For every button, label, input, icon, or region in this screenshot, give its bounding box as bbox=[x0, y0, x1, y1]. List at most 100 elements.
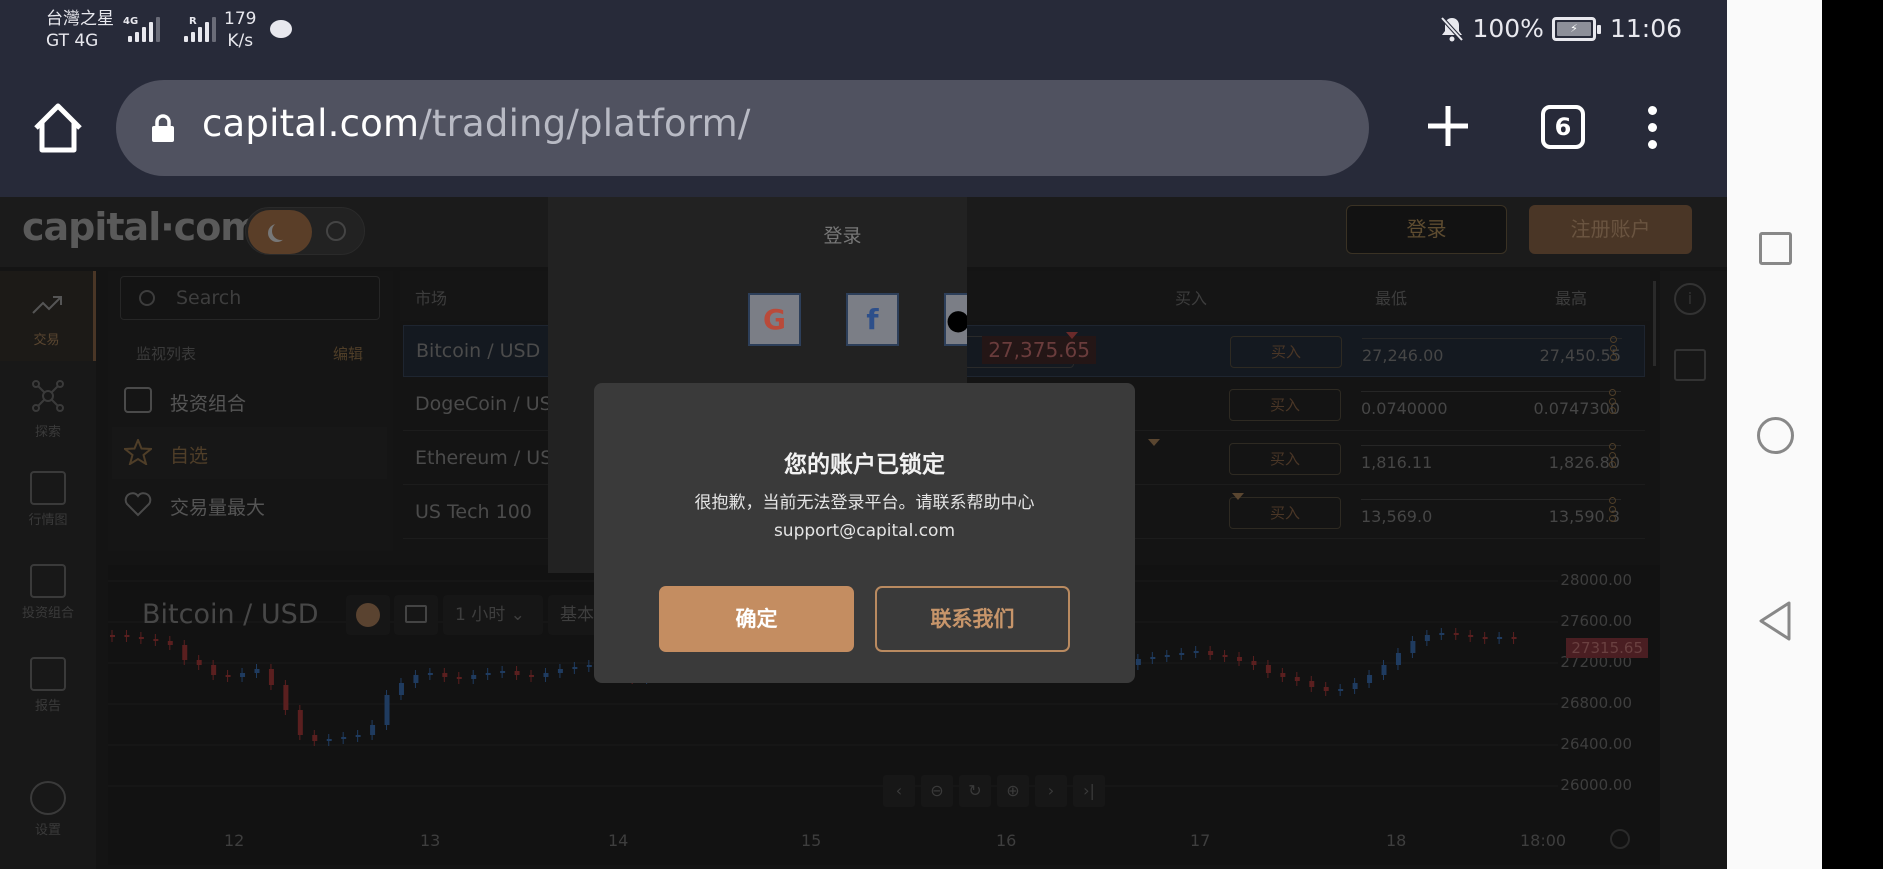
search-input[interactable]: Search bbox=[120, 276, 380, 320]
buy-button[interactable]: 买入 bbox=[1229, 497, 1341, 529]
timeframe-select[interactable]: 1 小时 ⌄ bbox=[443, 595, 543, 635]
rail-item-portfolio[interactable]: 投资组合 bbox=[0, 564, 96, 621]
y-tick: 26800.00 bbox=[1560, 694, 1632, 712]
candle bbox=[1381, 665, 1387, 675]
message-icon bbox=[270, 20, 292, 38]
google-login-button[interactable]: G bbox=[748, 293, 801, 346]
rail-item-charts[interactable]: 行情图 bbox=[0, 471, 96, 528]
market-low: 0.0740000 bbox=[1361, 399, 1448, 418]
candle bbox=[1352, 683, 1358, 689]
reset-button[interactable]: ↻ bbox=[959, 775, 991, 807]
chevron-down-icon: ⌄ bbox=[510, 605, 525, 625]
info-icon[interactable]: i bbox=[1674, 283, 1706, 315]
candle bbox=[110, 635, 115, 637]
candle bbox=[1237, 657, 1243, 661]
theme-toggle[interactable] bbox=[245, 207, 365, 255]
market-high: 0.0747300 bbox=[1533, 399, 1620, 418]
signal-strength-2-icon bbox=[184, 14, 216, 42]
market-low: 27,246.00 bbox=[1362, 346, 1444, 365]
chart-indicator-button[interactable] bbox=[394, 595, 438, 635]
col-market: 市场 bbox=[415, 289, 448, 308]
carrier-network: GT 4G bbox=[46, 31, 99, 51]
capital-logo[interactable]: capital·com bbox=[22, 205, 260, 249]
support-email[interactable]: support@capital.com bbox=[594, 517, 1135, 545]
buy-button[interactable]: 买入 bbox=[1229, 389, 1341, 421]
candle bbox=[268, 669, 274, 685]
header-login-button[interactable]: 登录 bbox=[1346, 205, 1507, 254]
scroll-to-end-button[interactable]: ›| bbox=[1073, 775, 1105, 807]
market-high: 13,590.3 bbox=[1548, 507, 1620, 526]
dialog-message: 很抱歉，当前无法登录平台。请联系帮助中心 support@capital.com bbox=[594, 489, 1135, 545]
search-icon bbox=[139, 290, 155, 306]
watchlist-item-most-traded[interactable]: 交易量最大 bbox=[112, 479, 387, 531]
side-tools: i bbox=[1660, 271, 1727, 869]
candle bbox=[182, 645, 188, 660]
candle bbox=[1367, 675, 1373, 683]
home-button[interactable] bbox=[1757, 417, 1794, 454]
candle bbox=[254, 669, 260, 673]
address-bar[interactable]: capital.com/trading/platform/ bbox=[116, 80, 1369, 176]
overflow-menu-icon[interactable] bbox=[1648, 106, 1660, 150]
chart-settings-icon[interactable] bbox=[1610, 829, 1630, 849]
range-bar bbox=[1361, 391, 1621, 392]
status-right: 100% ⚡ 11:06 bbox=[1440, 14, 1682, 43]
more-options-icon[interactable] bbox=[1609, 497, 1617, 524]
rail-item-settings[interactable]: 设置 bbox=[0, 781, 96, 838]
more-options-icon[interactable] bbox=[1609, 443, 1617, 470]
candle bbox=[1410, 641, 1416, 653]
buy-button[interactable]: 买入 bbox=[1230, 336, 1342, 368]
chart-type-value: 基本 bbox=[560, 605, 594, 625]
more-options-icon[interactable] bbox=[1610, 336, 1618, 363]
register-button[interactable]: 注册账户 bbox=[1529, 205, 1692, 254]
zoom-in-button[interactable]: ⊕ bbox=[997, 775, 1029, 807]
x-tick: 17 bbox=[1190, 831, 1211, 850]
scroll-right-button[interactable]: › bbox=[1035, 775, 1067, 807]
watchlist-item-label: 交易量最大 bbox=[170, 497, 266, 519]
rail-item-explore[interactable]: 探索 bbox=[0, 379, 96, 440]
star-icon bbox=[124, 439, 152, 465]
scroll-left-button[interactable]: ‹ bbox=[883, 775, 915, 807]
candle bbox=[225, 675, 231, 677]
watchlist-edit-link[interactable]: 编辑 bbox=[333, 343, 363, 364]
zoom-out-button[interactable]: ⊖ bbox=[921, 775, 953, 807]
candle bbox=[1309, 681, 1315, 687]
candle bbox=[485, 673, 491, 675]
market-table-scrollbar[interactable] bbox=[1653, 281, 1656, 366]
confirm-button[interactable]: 确定 bbox=[659, 586, 854, 652]
candle bbox=[529, 675, 535, 677]
watchlist-item-favorites[interactable]: 自选 bbox=[112, 427, 387, 479]
x-tick: 16 bbox=[996, 831, 1017, 850]
rail-item-reports[interactable]: 报告 bbox=[0, 657, 96, 714]
buy-button[interactable]: 买入 bbox=[1229, 443, 1341, 475]
rail-item-trade[interactable]: 交易 bbox=[0, 271, 96, 361]
home-icon[interactable] bbox=[30, 100, 86, 156]
chart-check-button[interactable] bbox=[346, 595, 390, 635]
market-low: 13,569.0 bbox=[1361, 507, 1433, 526]
network-speed: 179 K/s bbox=[224, 8, 256, 52]
candle bbox=[1468, 635, 1474, 637]
x-tick: 15 bbox=[801, 831, 822, 850]
range-bar bbox=[1361, 445, 1621, 446]
url-text: capital.com/trading/platform/ bbox=[202, 102, 751, 145]
facebook-login-button[interactable]: f bbox=[846, 293, 899, 346]
range-marker-icon bbox=[1066, 332, 1078, 339]
tab-switcher-button[interactable]: 6 bbox=[1541, 105, 1585, 149]
contact-us-button[interactable]: 联系我们 bbox=[875, 586, 1070, 652]
more-options-icon[interactable] bbox=[1609, 389, 1617, 416]
news-icon[interactable] bbox=[1674, 349, 1706, 381]
back-button[interactable] bbox=[1757, 600, 1793, 642]
candle bbox=[572, 667, 578, 669]
battery-icon: ⚡ bbox=[1551, 16, 1601, 41]
monitor-chart-icon bbox=[30, 471, 66, 505]
recents-button[interactable] bbox=[1759, 232, 1792, 265]
apple-login-button[interactable]: ● bbox=[944, 293, 967, 346]
x-tick: 13 bbox=[420, 831, 441, 850]
check-icon bbox=[356, 603, 380, 627]
watchlist-item-portfolio[interactable]: 投资组合 bbox=[112, 375, 387, 427]
watchlist-item-label: 投资组合 bbox=[170, 393, 247, 415]
new-tab-icon[interactable] bbox=[1424, 102, 1472, 150]
candle bbox=[341, 737, 347, 739]
candle bbox=[1511, 637, 1517, 639]
watchlist-item-label: 自选 bbox=[170, 445, 209, 467]
google-icon: G bbox=[763, 303, 786, 336]
